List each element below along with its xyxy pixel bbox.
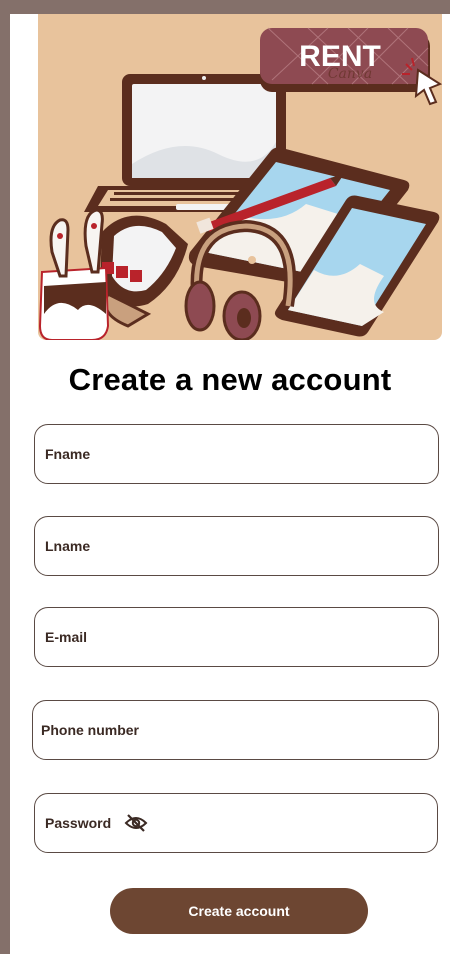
email-input[interactable] bbox=[35, 608, 438, 666]
lname-field[interactable] bbox=[34, 516, 439, 576]
email-field[interactable] bbox=[34, 607, 439, 667]
badge-watermark: Canva bbox=[328, 66, 372, 82]
hero-illustration: RENT Canva bbox=[38, 14, 442, 340]
smartwatch-icon bbox=[100, 215, 188, 328]
page-title: Create a new account bbox=[68, 362, 392, 397]
earbuds-icon bbox=[38, 208, 110, 340]
password-field[interactable]: Password bbox=[34, 793, 438, 853]
create-account-button[interactable]: Create account bbox=[110, 888, 368, 934]
fname-field[interactable] bbox=[34, 424, 439, 484]
phone-input[interactable] bbox=[33, 701, 438, 759]
phone-field[interactable] bbox=[32, 700, 439, 760]
lname-input[interactable] bbox=[35, 517, 438, 575]
rent-badge: RENT Canva bbox=[260, 27, 430, 92]
fname-input[interactable] bbox=[35, 425, 438, 483]
devices-illustration: RENT Canva bbox=[38, 27, 442, 340]
signup-screen: RENT Canva Create a new account Password bbox=[10, 14, 450, 954]
